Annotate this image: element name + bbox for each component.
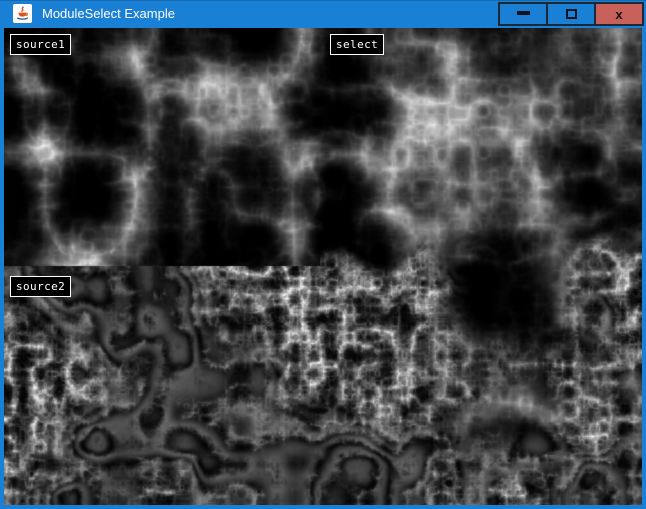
window-controls: x: [498, 2, 644, 26]
noise-canvas: [4, 28, 642, 505]
maximize-icon: [566, 9, 577, 19]
label-select: select: [330, 34, 384, 55]
java-coffee-cup-icon: [15, 6, 30, 21]
close-button[interactable]: x: [594, 2, 644, 26]
window-title: ModuleSelect Example: [42, 0, 175, 28]
minimize-icon: [517, 11, 530, 15]
render-area: source1 select source2: [4, 28, 642, 505]
maximize-button[interactable]: [546, 2, 596, 26]
label-source2: source2: [10, 276, 71, 297]
java-app-icon: [13, 4, 32, 23]
minimize-button[interactable]: [498, 2, 548, 26]
label-source1: source1: [10, 34, 71, 55]
titlebar[interactable]: ModuleSelect Example x: [0, 0, 646, 28]
app-window: ModuleSelect Example x source1 select so…: [0, 0, 646, 509]
close-icon: x: [615, 8, 622, 21]
